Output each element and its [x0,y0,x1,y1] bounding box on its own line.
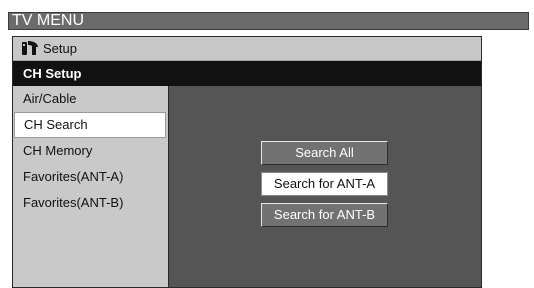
setup-section-label: Setup [43,41,77,56]
menu-item-air-cable[interactable]: Air/Cable [13,86,168,112]
search-ant-b-button[interactable]: Search for ANT-B [261,203,388,227]
search-all-button[interactable]: Search All [261,141,388,165]
ch-search-panel: Search All Search for ANT-A Search for A… [169,86,481,287]
setup-window: Setup CH Setup Air/Cable CH Search CH Me… [12,36,482,288]
menu-item-ch-search[interactable]: CH Search [14,112,166,138]
search-ant-a-button[interactable]: Search for ANT-A [261,172,388,196]
setup-header: Setup [13,37,481,61]
ch-setup-menu: Air/Cable CH Search CH Memory Favorites(… [13,86,169,287]
tv-menu-title: TV MENU [8,12,529,30]
setup-tools-icon [21,40,39,57]
menu-item-favorites-ant-b[interactable]: Favorites(ANT-B) [13,190,168,216]
menu-item-ch-memory[interactable]: CH Memory [13,138,168,164]
menu-item-favorites-ant-a[interactable]: Favorites(ANT-A) [13,164,168,190]
ch-setup-header: CH Setup [13,61,481,86]
